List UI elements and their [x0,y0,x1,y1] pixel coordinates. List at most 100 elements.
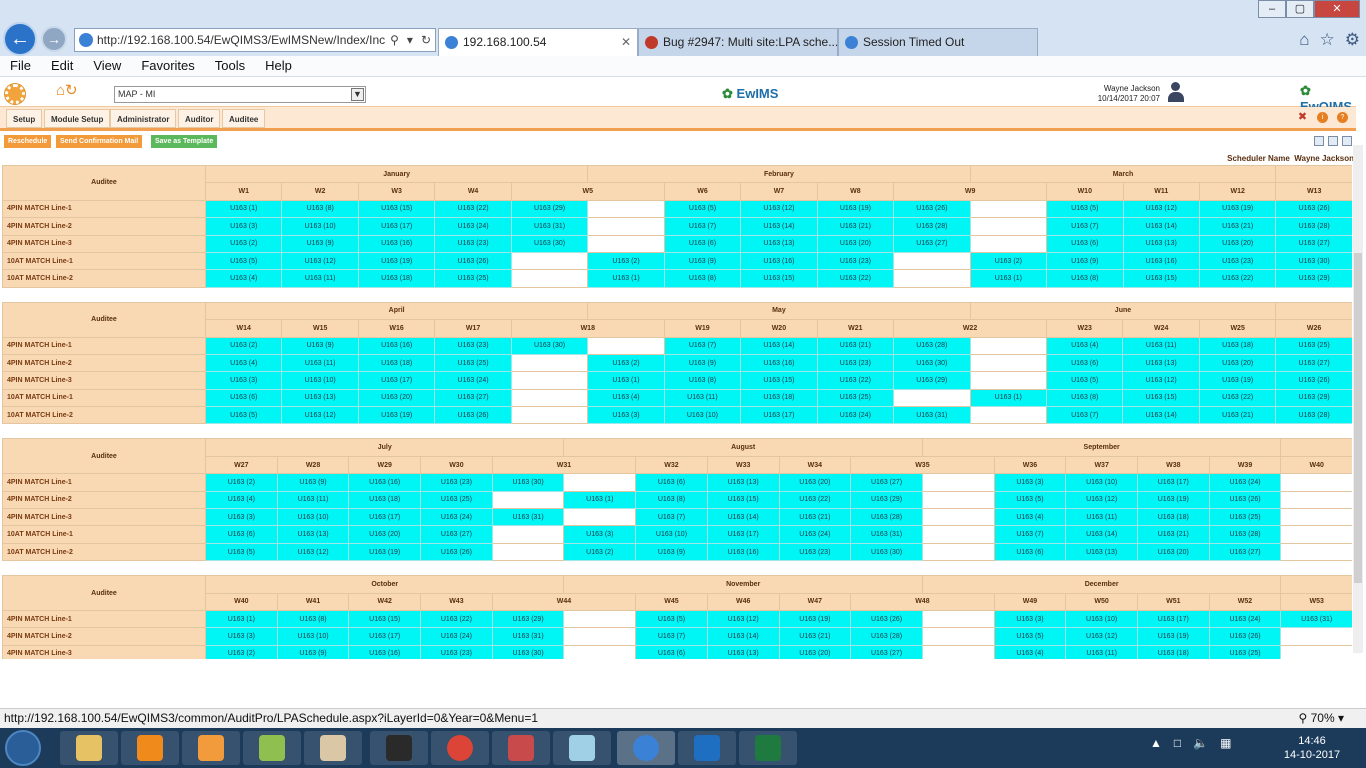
audit-cell[interactable]: U163 (24) [1208,609,1282,629]
audit-cell[interactable]: U163 (20) [1198,353,1277,373]
audit-cell[interactable]: U163 (1) [204,199,283,219]
audit-cell[interactable]: U163 (21) [778,627,852,646]
audit-cell[interactable]: U163 (5) [993,490,1067,510]
menu-edit[interactable]: Edit [41,56,83,76]
audit-cell[interactable]: U163 (14) [740,336,818,355]
audit-cell[interactable]: U163 (8) [663,269,742,288]
audit-cell[interactable]: U163 (26) [434,406,512,425]
audit-cell[interactable]: U163 (2) [969,251,1048,271]
audit-cell[interactable]: U163 (28) [850,508,923,527]
audit-cell[interactable]: U163 (20) [778,473,852,492]
audit-cell[interactable]: U163 (5) [204,251,283,271]
audit-cell[interactable]: U163 (26) [1208,627,1282,646]
audit-cell[interactable]: U163 (2) [563,542,637,562]
audit-cell[interactable]: U163 (26) [434,251,512,271]
home-icon[interactable]: ⌂ [1299,30,1309,50]
audit-cell[interactable]: U163 (28) [893,217,971,236]
audit-cell[interactable]: U163 (1) [969,388,1048,408]
show-hidden-icon[interactable]: ▲ [1150,736,1162,750]
audit-cell[interactable]: U163 (11) [663,388,742,408]
close-window-button[interactable]: ✕ [1314,0,1360,18]
audit-cell[interactable]: U163 (17) [348,508,422,527]
audit-cell[interactable]: U163 (30) [510,234,589,253]
audit-cell[interactable]: U163 (25) [1208,508,1282,527]
ie-taskbar-icon[interactable] [617,731,675,765]
audit-cell[interactable]: U163 (19) [357,406,436,425]
audit-cell[interactable]: U163 (17) [1136,473,1210,492]
avatar[interactable] [1168,82,1184,102]
audit-cell[interactable]: U163 (24) [420,508,493,527]
audit-cell[interactable]: U163 (12) [281,251,359,271]
audit-cell[interactable]: U163 (14) [706,627,780,646]
audit-cell[interactable]: U163 (19) [778,609,852,629]
audit-cell[interactable]: U163 (12) [1122,199,1200,219]
audit-cell[interactable]: U163 (1) [969,269,1048,288]
audit-cell[interactable]: U163 (29) [510,199,589,219]
audit-cell[interactable]: U163 (9) [663,251,742,271]
audit-cell[interactable]: U163 (31) [1280,609,1352,629]
audit-cell[interactable]: U163 (5) [1045,371,1124,390]
audit-cell[interactable]: U163 (19) [1198,199,1277,219]
audit-cell[interactable]: U163 (4) [205,490,278,510]
audit-cell[interactable]: U163 (7) [663,217,742,236]
audit-cell[interactable]: U163 (21) [778,508,852,527]
audit-cell[interactable]: U163 (13) [706,473,780,492]
excel-taskbar-icon[interactable] [739,731,797,765]
audit-cell[interactable]: U163 (27) [1208,542,1282,562]
audit-cell[interactable]: U163 (3) [993,609,1067,629]
audit-cell[interactable]: U163 (2) [205,644,278,659]
audit-cell[interactable]: U163 (13) [281,388,359,408]
audit-cell[interactable]: U163 (7) [1045,406,1124,425]
audit-cell[interactable]: U163 (17) [348,627,422,646]
tab-module-setup[interactable]: Module Setup [44,109,111,128]
audit-cell[interactable]: U163 (24) [816,406,895,425]
audit-cell[interactable]: U163 (30) [491,473,565,492]
audit-cell[interactable]: U163 (9) [281,234,359,253]
audit-cell[interactable]: U163 (8) [1045,388,1124,408]
save-as-template-button[interactable]: Save as Template [151,135,218,148]
audit-cell[interactable]: U163 (22) [1198,388,1277,408]
audit-cell[interactable]: U163 (6) [204,388,283,408]
send-confirmation-mail-button[interactable]: Send Confirmation Mail [56,135,143,148]
menu-favorites[interactable]: Favorites [131,56,204,76]
audit-cell[interactable]: U163 (12) [281,406,359,425]
snipping-taskbar-icon[interactable] [492,731,550,765]
audit-cell[interactable]: U163 (12) [1065,627,1138,646]
audit-cell[interactable]: U163 (17) [357,217,436,236]
audit-cell[interactable]: U163 (17) [740,406,818,425]
audit-cell[interactable]: U163 (26) [1275,371,1352,390]
explorer-taskbar-icon[interactable] [60,731,118,765]
audit-cell[interactable]: U163 (30) [850,542,923,562]
audit-cell[interactable]: U163 (16) [357,234,436,253]
audit-cell[interactable]: U163 (23) [420,473,493,492]
audit-cell[interactable]: U163 (18) [348,490,422,510]
network-icon[interactable]: ▦ [1220,736,1231,750]
audit-cell[interactable]: U163 (17) [706,525,780,544]
audit-cell[interactable]: U163 (9) [635,542,708,562]
audit-cell[interactable]: U163 (19) [357,251,436,271]
audit-cell[interactable]: U163 (23) [420,644,493,659]
refresh-icon[interactable]: ↻ [421,29,431,51]
audit-cell[interactable]: U163 (25) [1275,336,1352,355]
audit-cell[interactable]: U163 (10) [276,508,350,527]
dropdown-icon[interactable]: ▾ [407,29,413,51]
audit-cell[interactable]: U163 (23) [816,353,895,373]
audit-cell[interactable]: U163 (12) [1122,371,1200,390]
audit-cell[interactable]: U163 (22) [1198,269,1277,288]
audit-cell[interactable]: U163 (11) [281,353,359,373]
audit-cell[interactable]: U163 (1) [587,371,665,390]
address-bar[interactable]: http://192.168.100.54/EwQIMS3/EwIMSNew/I… [74,28,436,52]
audit-cell[interactable]: U163 (9) [281,336,359,355]
audit-cell[interactable]: U163 (23) [434,234,512,253]
chevron-down-icon[interactable]: ▼ [351,88,364,101]
audit-cell[interactable]: U163 (28) [1275,406,1352,425]
audit-cell[interactable]: U163 (19) [348,542,422,562]
audit-cell[interactable]: U163 (16) [740,353,818,373]
audit-cell[interactable]: U163 (22) [434,199,512,219]
audit-cell[interactable]: U163 (27) [1275,353,1352,373]
audit-cell[interactable]: U163 (10) [1065,609,1138,629]
audit-cell[interactable]: U163 (7) [635,627,708,646]
audit-cell[interactable]: U163 (28) [893,336,971,355]
audit-cell[interactable]: U163 (16) [1122,251,1200,271]
audit-cell[interactable]: U163 (16) [348,473,422,492]
